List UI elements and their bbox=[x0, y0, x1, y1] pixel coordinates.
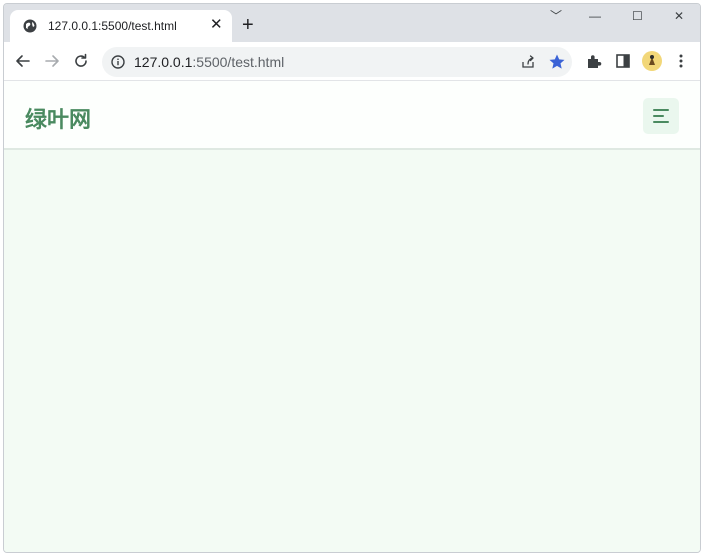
reload-icon[interactable] bbox=[71, 51, 91, 71]
globe-icon bbox=[23, 19, 37, 33]
tab-title: 127.0.0.1:5500/test.html bbox=[48, 19, 177, 33]
site-navbar: 绿叶网 bbox=[4, 81, 700, 150]
site-brand[interactable]: 绿叶网 bbox=[25, 102, 91, 134]
side-panel-icon[interactable] bbox=[613, 51, 633, 71]
maximize-icon[interactable]: ☐ bbox=[632, 8, 643, 24]
close-window-icon[interactable]: ✕ bbox=[674, 8, 684, 24]
browser-tab[interactable]: 127.0.0.1:5500/test.html ✕ bbox=[10, 10, 232, 42]
avatar-figure-icon bbox=[649, 55, 655, 65]
url-host: 127.0.0.1 bbox=[134, 54, 193, 70]
minimize-icon[interactable]: — bbox=[589, 8, 601, 24]
address-url[interactable]: 127.0.0.1:5500/test.html bbox=[134, 54, 284, 70]
url-path: :5500/test.html bbox=[192, 54, 285, 70]
tab-strip: 127.0.0.1:5500/test.html ✕ + ﹀ — ☐ ✕ bbox=[4, 4, 700, 42]
address-bar[interactable]: 127.0.0.1:5500/test.html bbox=[102, 47, 572, 77]
new-tab-icon[interactable]: + bbox=[242, 15, 254, 35]
extensions-puzzle-icon[interactable] bbox=[584, 51, 604, 71]
tab-close-icon[interactable]: ✕ bbox=[210, 17, 223, 33]
site-info-icon[interactable] bbox=[110, 54, 126, 70]
forward-icon[interactable] bbox=[42, 51, 62, 71]
browser-toolbar: 127.0.0.1:5500/test.html bbox=[4, 42, 700, 81]
browser-window: 127.0.0.1:5500/test.html ✕ + ﹀ — ☐ ✕ 127… bbox=[3, 3, 701, 553]
menu-toggle-button[interactable] bbox=[643, 98, 679, 134]
back-icon[interactable] bbox=[13, 51, 33, 71]
bookmark-star-icon[interactable] bbox=[548, 53, 566, 71]
page-viewport: 绿叶网 bbox=[4, 81, 700, 552]
share-icon[interactable] bbox=[520, 54, 536, 70]
profile-avatar[interactable] bbox=[642, 51, 662, 71]
browser-menu-icon[interactable] bbox=[671, 51, 691, 71]
tab-search-icon[interactable]: ﹀ bbox=[550, 8, 562, 24]
